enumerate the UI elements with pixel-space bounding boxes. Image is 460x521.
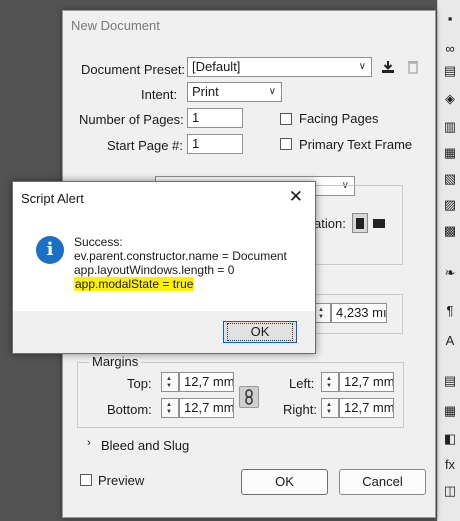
- primary-text-frame-checkbox[interactable]: [280, 138, 292, 150]
- margin-left-stepper[interactable]: ▲ ▼: [321, 372, 339, 392]
- script-alert-dialog: Script Alert ✕ i Success: ev.parent.cons…: [12, 181, 316, 354]
- alert-line-2: ev.parent.constructor.name = Document: [74, 249, 287, 263]
- margin-bottom-input[interactable]: 12,7 mm: [179, 398, 234, 418]
- preview-checkbox[interactable]: [80, 474, 92, 486]
- character-icon[interactable]: A: [443, 334, 457, 348]
- panel-icon-6[interactable]: ▦: [443, 146, 457, 160]
- margins-title: Margins: [89, 354, 142, 369]
- link-icon: [245, 389, 253, 405]
- panel-icon-1[interactable]: ▪: [443, 12, 457, 26]
- alert-ok-label: OK: [226, 323, 294, 341]
- alert-title: Script Alert: [21, 191, 84, 206]
- margin-top-input[interactable]: 12,7 mm: [179, 372, 234, 392]
- chevron-down-icon: ∨: [358, 61, 366, 72]
- portrait-icon[interactable]: [352, 213, 368, 233]
- intent-select[interactable]: Print ∨: [187, 82, 282, 102]
- panel-icon-9[interactable]: ▩: [443, 224, 457, 238]
- document-preset-label: Document Preset:: [81, 62, 186, 77]
- number-of-pages-input[interactable]: 1: [187, 108, 243, 128]
- number-of-pages-label: Number of Pages:: [79, 112, 184, 127]
- panel-icon-3[interactable]: ▤: [443, 64, 457, 78]
- paragraph-icon[interactable]: ¶: [443, 304, 457, 318]
- bleed-and-slug-toggle[interactable]: Bleed and Slug: [101, 438, 189, 453]
- margin-right-stepper[interactable]: ▲ ▼: [321, 398, 339, 418]
- orientation-label: ation:: [314, 216, 346, 231]
- alert-line-1: Success:: [74, 235, 123, 249]
- panel-icon-4[interactable]: ◈: [443, 92, 457, 106]
- panel-icon-8[interactable]: ▨: [443, 198, 457, 212]
- link-margins-button[interactable]: [239, 386, 259, 408]
- alert-line-4: app.modalState = true: [74, 277, 195, 291]
- start-page-label: Start Page #:: [107, 138, 183, 153]
- intent-value: Print: [192, 84, 219, 99]
- alert-line-4-wrapper: app.modalState = true: [74, 277, 195, 291]
- panel-icon-14[interactable]: ▦: [443, 404, 457, 418]
- document-preset-select[interactable]: [Default] ∨: [187, 57, 372, 77]
- facing-pages-label: Facing Pages: [299, 111, 379, 126]
- panel-icon-7[interactable]: ▧: [443, 172, 457, 186]
- right-panel-strip: ▪ ∞ ▤ ◈ ▥ ▦ ▧ ▨ ▩ ❧ ¶ A ▤ ▦ ◧ fx ◫: [437, 0, 460, 521]
- margin-right-label: Right:: [283, 402, 317, 417]
- preview-label: Preview: [98, 473, 145, 488]
- alert-ok-button[interactable]: OK: [223, 321, 297, 343]
- alert-footer: OK: [13, 311, 315, 353]
- delete-preset-icon[interactable]: [406, 58, 420, 74]
- primary-text-frame-label: Primary Text Frame: [299, 137, 413, 152]
- fx-icon[interactable]: fx: [443, 458, 457, 472]
- panel-icon-17[interactable]: ◫: [443, 484, 457, 498]
- facing-pages-checkbox[interactable]: [280, 113, 292, 125]
- panel-icon-10[interactable]: ❧: [443, 266, 457, 280]
- margin-right-input[interactable]: 12,7 mm: [339, 398, 394, 418]
- dialog-title: New Document: [71, 18, 160, 33]
- margin-top-stepper[interactable]: ▲ ▼: [161, 372, 179, 392]
- height-input[interactable]: 4,233 mı: [331, 303, 387, 323]
- save-preset-icon[interactable]: [380, 59, 396, 75]
- panel-icon-5[interactable]: ▥: [443, 120, 457, 134]
- start-page-input[interactable]: 1: [187, 134, 243, 154]
- ok-button[interactable]: OK: [241, 469, 328, 495]
- close-icon[interactable]: ✕: [289, 187, 303, 207]
- cancel-button[interactable]: Cancel: [339, 469, 426, 495]
- landscape-icon[interactable]: [372, 215, 386, 231]
- margin-bottom-label: Bottom:: [107, 402, 152, 417]
- margin-left-input[interactable]: 12,7 mm: [339, 372, 394, 392]
- panel-icon-13[interactable]: ▤: [443, 374, 457, 388]
- intent-label: Intent:: [141, 87, 178, 102]
- chevron-right-icon[interactable]: ›: [87, 437, 91, 449]
- document-preset-value: [Default]: [192, 59, 241, 74]
- panel-link-icon[interactable]: ∞: [443, 42, 457, 56]
- panel-icon-15[interactable]: ◧: [443, 432, 457, 446]
- margin-bottom-stepper[interactable]: ▲ ▼: [161, 398, 179, 418]
- alert-line-3: app.layoutWindows.length = 0: [74, 263, 235, 277]
- info-icon: i: [36, 236, 64, 264]
- chevron-down-icon: ∨: [268, 86, 276, 97]
- margin-top-label: Top:: [127, 376, 152, 391]
- margin-left-label: Left:: [289, 376, 315, 391]
